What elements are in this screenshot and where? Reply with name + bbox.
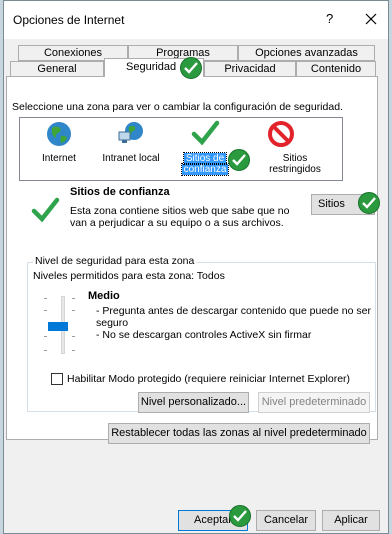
close-icon [365,13,377,25]
tab-check-icon [180,57,202,79]
zone-instruction: Seleccione una zona para ver o cambiar l… [12,101,343,113]
window-title: Opciones de Internet [13,13,125,27]
slider-tick [44,310,47,311]
slider-tick [44,298,47,299]
trusted-zone-check-icon [31,197,60,223]
level-bullet-1-cont: seguro [96,317,129,329]
protected-mode-checkbox[interactable] [51,373,63,385]
custom-level-button[interactable]: Nivel personalizado... [138,392,249,413]
tab-opciones-avanzadas[interactable]: Opciones avanzadas [238,45,375,61]
tab-contenido[interactable]: Contenido [296,61,376,77]
reset-all-zones-button[interactable]: Restablecer todas las zonas al nivel pre… [108,423,370,444]
close-button[interactable] [360,8,382,30]
slider-tick [44,350,47,351]
zone-check-icon [228,149,250,171]
zone-intranet[interactable]: Intranet local [96,120,166,180]
zone-list: Internet Intranet local Sitios de confia… [19,117,343,181]
zone-description-line2: van a perjudicar a su equipo o a sus arc… [70,217,284,229]
slider-tick [44,336,47,337]
sites-check-icon [358,192,380,214]
ok-check-icon [229,505,251,527]
zone-label: Internet [42,153,76,164]
slider-tick [72,298,75,299]
protected-mode-label[interactable]: Habilitar Modo protegido (requiere reini… [67,373,350,385]
trusted-check-icon [191,120,220,146]
slider-tick [72,350,75,351]
zone-label: Sitios restringidos [269,153,321,175]
level-name: Medio [88,290,120,302]
restricted-icon [268,121,294,147]
zone-title: Sitios de confianza [70,186,170,198]
security-level-slider-thumb[interactable] [48,322,68,331]
level-bullet-1: - Pregunta antes de descargar contenido … [96,305,371,317]
tab-general[interactable]: General [10,61,104,77]
zone-restricted[interactable]: Sitios restringidos [246,120,321,180]
level-bullet-2: - No se descargan controles ActiveX sin … [96,329,312,341]
slider-tick [72,310,75,311]
intranet-icon [118,122,143,143]
slider-tick [72,336,75,337]
zone-description-line1: Esta zona contiene sitios web que sabe q… [70,205,290,217]
globe-icon [47,122,71,146]
zone-label: Intranet local [102,153,160,164]
cancel-button[interactable]: Cancelar [256,510,316,531]
zone-internet[interactable]: Internet [24,120,94,180]
zone-trusted[interactable]: Sitios de confianza [170,120,240,180]
help-button[interactable]: ? [326,11,333,26]
allowed-levels-text: Niveles permitidos para esta zona: Todos [33,270,225,282]
default-level-button[interactable]: Nivel predeterminado [258,392,370,413]
security-level-legend: Nivel de seguridad para esta zona [33,255,197,267]
tab-privacidad[interactable]: Privacidad [204,61,296,77]
title-bar[interactable]: Opciones de Internet ? [4,1,388,39]
apply-button[interactable]: Aplicar [322,510,380,531]
